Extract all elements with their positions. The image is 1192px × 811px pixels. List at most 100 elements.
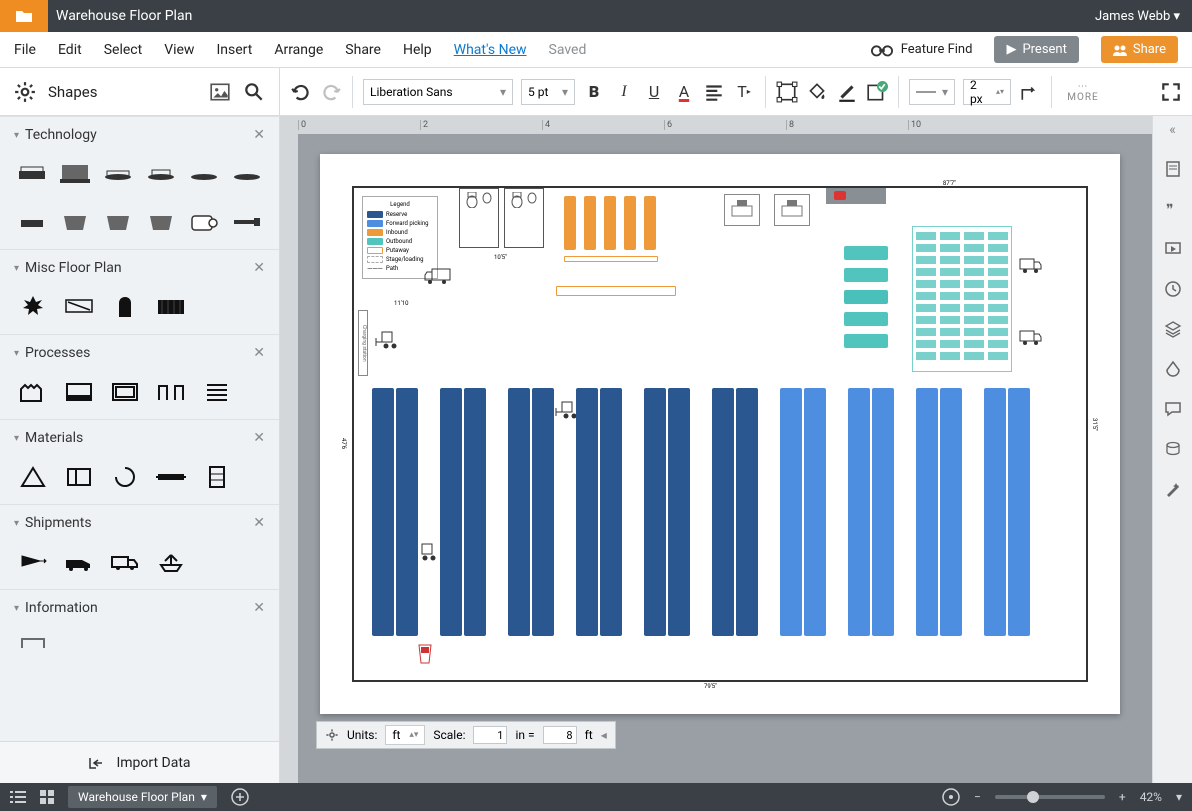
zoom-in-icon[interactable]: +	[1119, 790, 1126, 804]
proc-shape-3[interactable]	[108, 379, 142, 405]
font-size-select[interactable]: 5 pt▾	[521, 79, 575, 105]
cat-processes[interactable]: ▾Processes✕	[0, 334, 279, 371]
cat-materials[interactable]: ▾Materials✕	[0, 419, 279, 456]
zoom-value[interactable]: 42%	[1140, 790, 1162, 804]
cat-misc[interactable]: ▾Misc Floor Plan✕	[0, 249, 279, 286]
folder-icon[interactable]	[0, 0, 48, 32]
misc-shape-1[interactable]	[16, 294, 50, 320]
menu-share[interactable]: Share	[345, 42, 381, 58]
close-icon[interactable]: ✕	[253, 127, 265, 143]
line-route-icon[interactable]	[1019, 81, 1041, 103]
proc-shape-5[interactable]	[200, 379, 234, 405]
tech-shape-1[interactable]	[16, 161, 47, 187]
cat-information[interactable]: ▾Information✕	[0, 589, 279, 626]
feature-find[interactable]: Feature Find	[871, 39, 973, 61]
add-page-icon[interactable]	[231, 788, 249, 806]
import-data-button[interactable]: Import Data	[0, 741, 279, 783]
units-select[interactable]: ft▴▾	[385, 725, 425, 745]
theme-icon[interactable]	[1164, 360, 1182, 378]
misc-shape-3[interactable]	[108, 294, 142, 320]
ship-shape-2[interactable]	[62, 549, 96, 575]
align-icon[interactable]	[703, 81, 725, 103]
menu-edit[interactable]: Edit	[58, 42, 82, 58]
line-style-select[interactable]: ▾	[909, 79, 955, 105]
menu-file[interactable]: File	[14, 42, 36, 58]
info-shape-1[interactable]	[16, 634, 50, 648]
close-icon[interactable]: ✕	[253, 430, 265, 446]
proc-shape-4[interactable]	[154, 379, 188, 405]
comments-icon[interactable]	[1164, 400, 1182, 418]
cat-technology[interactable]: ▾Technology✕	[0, 116, 279, 153]
mat-shape-5[interactable]	[200, 464, 234, 490]
misc-shape-2[interactable]	[62, 294, 96, 320]
misc-shape-4[interactable]	[154, 294, 188, 320]
more-button[interactable]: ⋯MORE	[1062, 81, 1104, 103]
collapse-icon[interactable]: ◂	[601, 728, 607, 742]
tech-shape-3[interactable]	[102, 161, 133, 187]
page[interactable]: Legend Reserve Forward picking Inbound O…	[320, 154, 1120, 714]
zoom-fit-icon[interactable]	[942, 788, 960, 806]
tech-shape-12[interactable]	[232, 209, 263, 235]
canvas-area[interactable]: 0246810 Legend Reserve Forward picking I…	[280, 116, 1152, 783]
undo-icon[interactable]	[290, 81, 312, 103]
menu-arrange[interactable]: Arrange	[274, 42, 323, 58]
tech-shape-7[interactable]	[16, 209, 47, 235]
scale-out[interactable]	[543, 726, 577, 744]
tech-shape-6[interactable]	[232, 161, 263, 187]
text-color-icon[interactable]: A	[673, 81, 695, 103]
page-tab[interactable]: Warehouse Floor Plan▾	[68, 786, 217, 808]
mat-shape-3[interactable]	[108, 464, 142, 490]
data-icon[interactable]	[1164, 440, 1182, 458]
menu-view[interactable]: View	[164, 42, 194, 58]
close-icon[interactable]: ✕	[253, 260, 265, 276]
user-menu[interactable]: James Webb ▾	[1095, 9, 1192, 24]
scale-in[interactable]	[473, 726, 507, 744]
list-view-icon[interactable]	[10, 790, 26, 804]
ship-shape-1[interactable]	[16, 549, 50, 575]
collapse-rail-icon[interactable]: «	[1169, 122, 1176, 138]
shape-frame-icon[interactable]	[776, 81, 798, 103]
close-icon[interactable]: ✕	[253, 600, 265, 616]
text-style-icon[interactable]: T▸	[733, 81, 755, 103]
gear-icon[interactable]	[325, 728, 339, 742]
zoom-slider[interactable]	[995, 795, 1105, 799]
mat-shape-2[interactable]	[62, 464, 96, 490]
present-button[interactable]: ▶Present	[994, 36, 1078, 63]
mat-shape-1[interactable]	[16, 464, 50, 490]
tech-shape-11[interactable]	[189, 209, 220, 235]
cat-shipments[interactable]: ▾Shipments✕	[0, 504, 279, 541]
image-icon[interactable]	[209, 81, 231, 103]
menu-insert[interactable]: Insert	[216, 42, 252, 58]
page-settings-icon[interactable]	[1164, 160, 1182, 178]
tech-shape-5[interactable]	[189, 161, 220, 187]
menu-whats-new[interactable]: What's New	[454, 42, 527, 58]
tech-shape-2[interactable]	[59, 161, 90, 187]
magic-icon[interactable]	[1164, 480, 1182, 498]
ship-shape-4[interactable]	[154, 549, 188, 575]
line-color-icon[interactable]	[836, 81, 858, 103]
menu-help[interactable]: Help	[403, 42, 432, 58]
doc-title[interactable]: Warehouse Floor Plan	[48, 8, 1095, 24]
history-icon[interactable]	[1164, 280, 1182, 298]
tech-shape-8[interactable]	[59, 209, 90, 235]
italic-icon[interactable]: I	[613, 81, 635, 103]
proc-shape-2[interactable]	[62, 379, 96, 405]
search-icon[interactable]	[243, 81, 265, 103]
redo-icon[interactable]	[320, 81, 342, 103]
underline-icon[interactable]: U	[643, 81, 665, 103]
mat-shape-4[interactable]	[154, 464, 188, 490]
close-icon[interactable]: ✕	[253, 345, 265, 361]
bold-icon[interactable]: B	[583, 81, 605, 103]
shape-check-icon[interactable]	[866, 81, 888, 103]
tech-shape-10[interactable]	[146, 209, 177, 235]
line-width-select[interactable]: 2 px▴▾	[963, 79, 1011, 105]
proc-shape-1[interactable]	[16, 379, 50, 405]
layers-icon[interactable]	[1164, 320, 1182, 338]
fill-icon[interactable]	[806, 81, 828, 103]
menu-select[interactable]: Select	[104, 42, 142, 58]
presentation-icon[interactable]	[1164, 240, 1182, 258]
zoom-out-icon[interactable]: −	[974, 790, 981, 804]
units-bar[interactable]: Units: ft▴▾ Scale: in = ft ◂	[316, 721, 616, 749]
gear-icon[interactable]	[14, 81, 36, 103]
font-select[interactable]: Liberation Sans▾	[363, 79, 513, 105]
